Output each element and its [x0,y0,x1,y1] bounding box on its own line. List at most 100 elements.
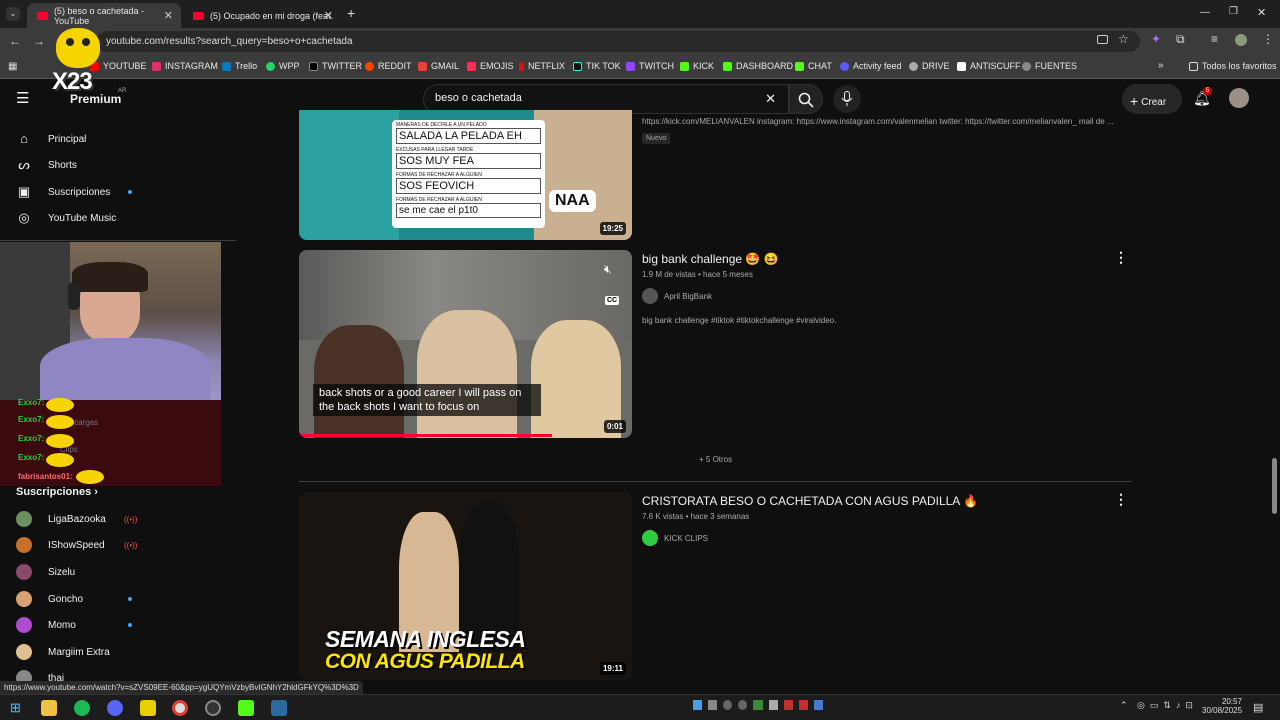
minimize-icon[interactable]: — [1200,7,1210,18]
hamburger-menu-icon[interactable]: ☰ [16,89,29,107]
windows-start-icon[interactable]: ⊞ [10,700,21,716]
bookmark-antiscuff[interactable]: ANTISCUFF [957,61,1021,71]
bookmark-fuentes[interactable]: FUENTES [1022,61,1077,71]
close-tab-icon[interactable]: ✕ [164,9,173,22]
subscription-item[interactable]: LigaBazooka ((•)) [0,506,236,532]
bookmark-drive[interactable]: DRIVE [909,61,950,71]
tray-icon[interactable] [753,700,763,710]
voice-search-button[interactable] [833,85,861,113]
subscription-item[interactable]: Goncho [0,586,236,612]
chrome-icon[interactable] [172,700,188,716]
profile-avatar[interactable] [1235,34,1247,46]
search-button[interactable] [789,84,823,114]
restore-icon[interactable]: ❐ [1229,6,1238,17]
close-tab-icon[interactable]: ✕ [324,9,333,22]
bookmark-dashboard[interactable]: DASHBOARD [723,61,793,71]
tray-icon[interactable] [813,700,823,710]
video-thumbnail[interactable]: MANERAS DE DECIRLE A UN PELADO SALADA LA… [299,110,632,240]
subscription-item[interactable]: Sizelu [0,559,236,585]
bookmark-twitch[interactable]: TWITCH [626,61,674,71]
tray-icon[interactable] [708,700,718,710]
apps-grid-icon[interactable]: ▦ [8,61,17,72]
bookmark-instagram[interactable]: INSTAGRAM [152,61,218,71]
forward-icon[interactable]: → [33,34,45,48]
all-bookmarks-folder[interactable]: Todos los favoritos [1189,61,1277,71]
channel-link[interactable]: KICK CLIPS [642,530,708,546]
tray-icon[interactable] [723,700,733,710]
spotify-icon[interactable] [74,700,90,716]
file-explorer-icon[interactable] [41,700,57,716]
tab-title: (5) beso o cachetada - YouTube [53,5,144,26]
bookmark-tiktok[interactable]: TIK TOK [573,61,621,71]
bookmark-star-icon[interactable]: ☆ [1118,32,1129,46]
more-bookmarks-icon[interactable]: » [1158,60,1164,71]
video-duration: 19:11 [599,662,626,675]
discord-icon[interactable] [107,700,123,716]
notes-icon[interactable] [140,700,156,716]
tray-icon[interactable] [693,700,703,710]
back-icon[interactable]: ← [9,34,21,48]
new-content-dot [128,597,132,601]
tray-icon[interactable] [783,700,793,710]
mascot-eye [82,38,90,46]
reading-list-icon[interactable]: ≡ [1211,32,1218,46]
close-window-icon[interactable]: ✕ [1257,6,1266,19]
more-actions-icon[interactable]: ⋮ [1114,249,1128,266]
avatar [16,591,32,607]
video-thumbnail[interactable]: SEMANA INGLESA CON AGUS PADILLA 19:11 [299,492,632,680]
new-tab-button[interactable]: + [347,5,355,21]
video-title[interactable]: CRISTORATA BESO O CACHETADA CON AGUS PAD… [642,494,978,508]
bookmark-twitter[interactable]: TWITTER [309,61,362,71]
video-thumbnail[interactable]: 🔇︎ CC back shots or a good career I will… [299,250,632,438]
subscriptions-heading[interactable]: Suscripciones › [16,486,98,498]
address-bar[interactable]: youtube.com/results?search_query=beso+o+… [96,31,1140,52]
nav-suscripciones[interactable]: ▣ Suscripciones [0,179,236,205]
tray-icon[interactable] [798,700,808,710]
tray-chevron-icon[interactable]: ⌃ [1120,700,1128,711]
bookmark-activity-feed[interactable]: Activity feed [840,61,902,71]
tray-status-icons[interactable]: ◎▭⇅♪⊡ [1137,700,1198,711]
bookmark-reddit[interactable]: REDDIT [365,61,412,71]
more-actions-icon[interactable]: ⋮ [1114,491,1128,508]
nav-principal[interactable]: ⌂ Principal [0,126,236,152]
subscription-item[interactable]: IShowSpeed ((•)) [0,532,236,558]
page-scrollbar-thumb[interactable] [1272,458,1277,514]
video-title[interactable]: big bank challenge 🤩 😆 [642,252,779,266]
tray-icon[interactable] [768,700,778,710]
create-button[interactable]: + Crear [1122,84,1182,114]
bookmark-chat[interactable]: CHAT [795,61,832,71]
tab-list-button[interactable]: ⌄ [6,7,20,21]
install-app-icon[interactable] [1097,35,1108,44]
browser-menu-icon[interactable]: ⋮ [1262,32,1274,46]
bookmark-netflix[interactable]: NETFLIX [519,61,565,71]
bookmark-gmail[interactable]: GMAIL [418,61,459,71]
nav-shorts[interactable]: ᔕ Shorts [0,152,236,178]
tray-icon[interactable] [738,700,748,710]
clear-search-icon[interactable]: ✕ [765,91,776,107]
bookmark-kick[interactable]: KICK [680,61,714,71]
bookmark-trello[interactable]: Trello [222,61,257,71]
thumbnail-card: MANERAS DE DECIRLE A UN PELADO SALADA LA… [392,120,545,228]
kick-icon[interactable] [238,700,254,716]
closed-captions-icon[interactable]: CC [605,296,620,305]
channel-link[interactable]: April BigBank [642,288,712,304]
mute-icon[interactable]: 🔇︎ [604,262,612,277]
extension-icon[interactable]: ✦ [1151,32,1161,46]
new-content-dot [128,190,132,194]
subscription-item[interactable]: Margiim Extra [0,639,236,665]
notifications-center-icon[interactable]: ▤ [1253,701,1263,714]
obs-icon[interactable] [205,700,221,716]
bookmark-wpp[interactable]: WPP [266,61,300,71]
show-more-results[interactable]: + 5 Otros [699,455,732,464]
app-icon[interactable] [271,700,287,716]
nav-youtube-music[interactable]: ◎ YouTube Music [0,205,236,231]
subscription-item[interactable]: Momo [0,612,236,638]
avatar [16,564,32,580]
tab-music[interactable]: (5) Ocupado en mi droga (feat. ✕ [183,3,341,28]
extensions-puzzle-icon[interactable]: ⧉ [1176,32,1185,47]
system-tray-apps [693,700,823,714]
bookmark-emojis[interactable]: EMOJIS [467,61,514,71]
thumbnail-person [417,310,517,438]
account-avatar[interactable] [1229,88,1249,108]
clock[interactable]: 20:57 30/08/2025 [1202,697,1242,715]
